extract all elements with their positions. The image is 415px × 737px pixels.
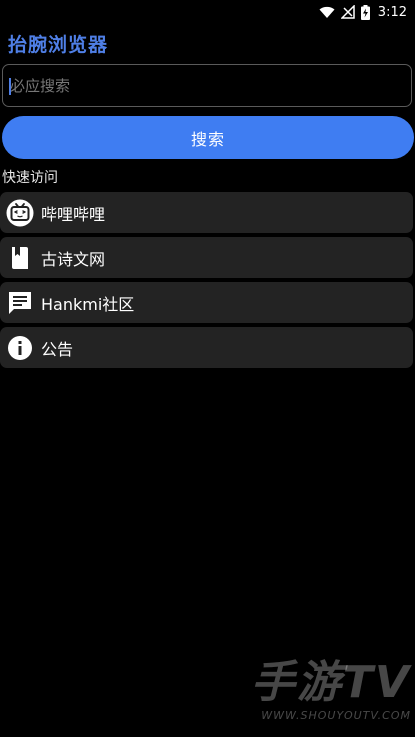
- search-field-container[interactable]: [2, 64, 412, 107]
- battery-charging-icon: [360, 4, 370, 20]
- quick-item-label: 古诗文网: [41, 249, 106, 269]
- chat-icon: [5, 288, 35, 318]
- quick-item-label: 公告: [41, 339, 74, 359]
- search-button[interactable]: 搜索: [2, 116, 414, 159]
- quick-item-bilibili[interactable]: 哔哩哔哩: [0, 192, 413, 233]
- watermark-brand: 手游TV: [250, 657, 411, 708]
- quick-item-hankmi[interactable]: Hankmi社区: [0, 282, 413, 323]
- book-icon: [5, 243, 35, 273]
- quick-access-title: 快速访问: [2, 170, 58, 186]
- no-signal-icon: [340, 5, 355, 19]
- quick-item-label: Hankmi社区: [41, 294, 135, 314]
- quick-access-list: 哔哩哔哩 古诗文网 Hankmi社区 公告: [0, 192, 415, 372]
- quick-item-gushiwen[interactable]: 古诗文网: [0, 237, 413, 278]
- search-input[interactable]: [3, 65, 411, 106]
- text-caret: [9, 78, 11, 95]
- app-title: 抬腕浏览器: [8, 34, 109, 56]
- watermark: 手游TV WWW.SHOUYOUTV.COM: [211, 657, 411, 737]
- wifi-icon: [319, 6, 335, 19]
- quick-item-label: 哔哩哔哩: [41, 204, 106, 224]
- info-icon: [5, 333, 35, 363]
- status-bar: 3:12: [0, 0, 415, 24]
- status-time: 3:12: [377, 4, 407, 20]
- quick-item-announcement[interactable]: 公告: [0, 327, 413, 368]
- watermark-url: WWW.SHOUYOUTV.COM: [261, 709, 411, 722]
- tv-icon: [5, 198, 35, 228]
